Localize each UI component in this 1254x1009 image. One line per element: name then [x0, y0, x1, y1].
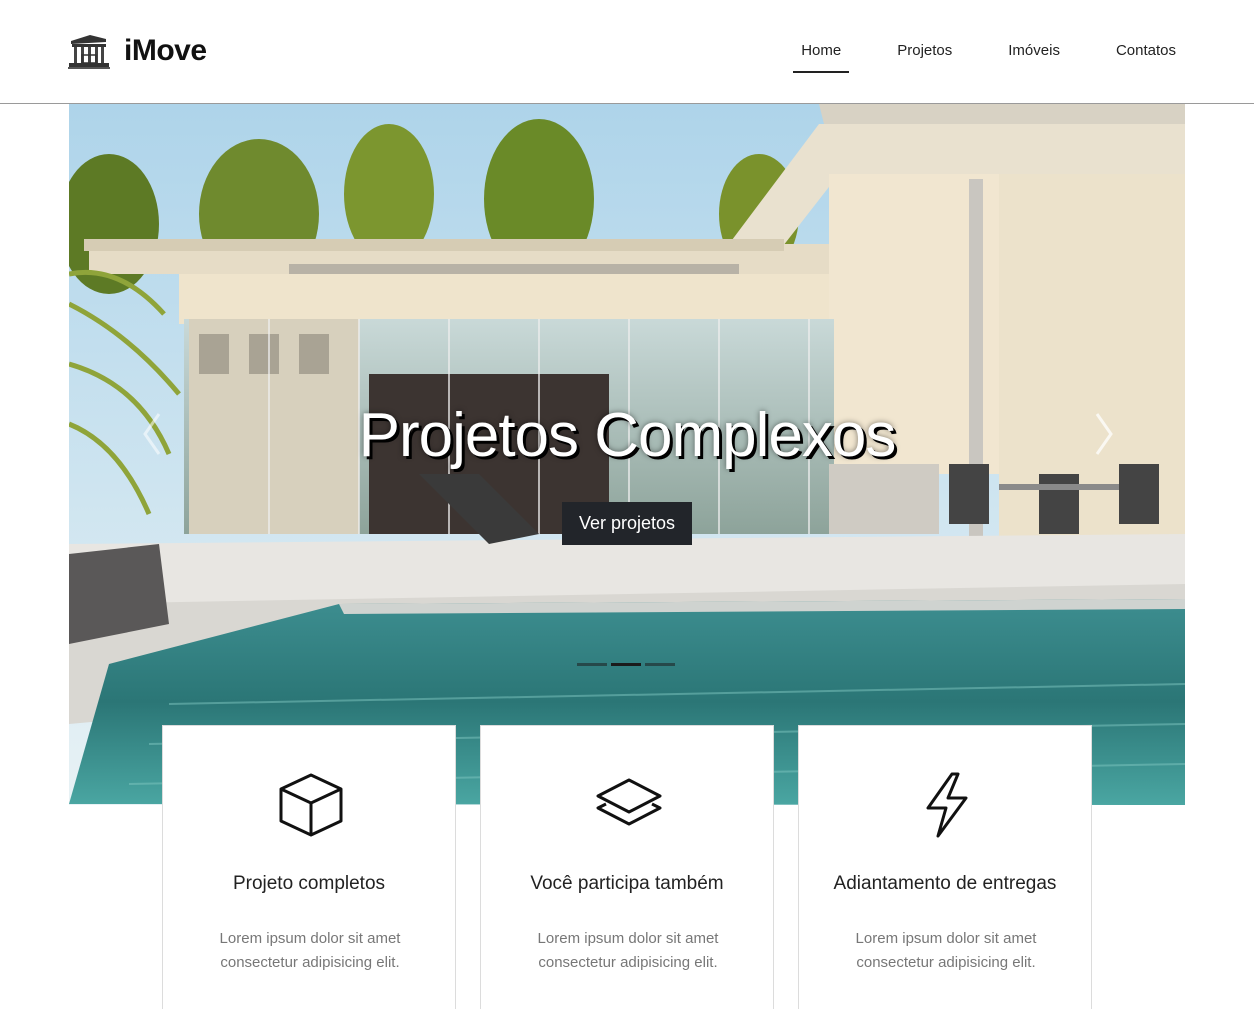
- layers-icon: [596, 778, 662, 826]
- nav-item-contatos[interactable]: Contatos: [1108, 40, 1184, 73]
- feature-card: Projeto completos Lorem ipsum dolor sit …: [162, 725, 456, 1009]
- carousel-indicator[interactable]: [645, 663, 675, 666]
- carousel-indicator[interactable]: [577, 663, 607, 666]
- hero-carousel: Projetos Complexos Ver projetos: [69, 104, 1185, 805]
- feature-text: Lorem ipsum dolor sit amet consectetur a…: [855, 930, 1037, 971]
- brand-name: iMove: [124, 34, 207, 67]
- feature-title: Adiantamento de entregas: [833, 873, 1057, 894]
- site-header: iMove Home Projetos Imóveis Contatos: [0, 0, 1254, 104]
- nav-item-imoveis[interactable]: Imóveis: [1000, 40, 1068, 73]
- feature-text: Lorem ipsum dolor sit amet consectetur a…: [219, 930, 401, 971]
- carousel-indicators: [575, 663, 677, 666]
- carousel-indicator[interactable]: [611, 663, 641, 666]
- lightning-icon: [926, 772, 968, 838]
- feature-card: Você participa também Lorem ipsum dolor …: [480, 725, 774, 1009]
- view-projects-button[interactable]: Ver projetos: [562, 502, 692, 545]
- building-icon: [68, 35, 110, 69]
- feature-title: Projeto completos: [232, 873, 386, 894]
- brand[interactable]: iMove: [68, 31, 207, 71]
- main-nav: Home Projetos Imóveis Contatos: [753, 40, 1184, 73]
- chevron-right-icon[interactable]: [1089, 404, 1119, 464]
- nav-item-projetos[interactable]: Projetos: [889, 40, 960, 73]
- chevron-left-icon[interactable]: [137, 404, 167, 464]
- feature-title: Você participa também: [530, 873, 724, 894]
- feature-text: Lorem ipsum dolor sit amet consectetur a…: [537, 930, 719, 971]
- feature-card: Adiantamento de entregas Lorem ipsum dol…: [798, 725, 1092, 1009]
- hero-title: Projetos Complexos: [358, 401, 897, 470]
- nav-item-home[interactable]: Home: [793, 40, 850, 73]
- cube-icon: [279, 773, 343, 837]
- features-section: Projeto completos Lorem ipsum dolor sit …: [162, 725, 1092, 1009]
